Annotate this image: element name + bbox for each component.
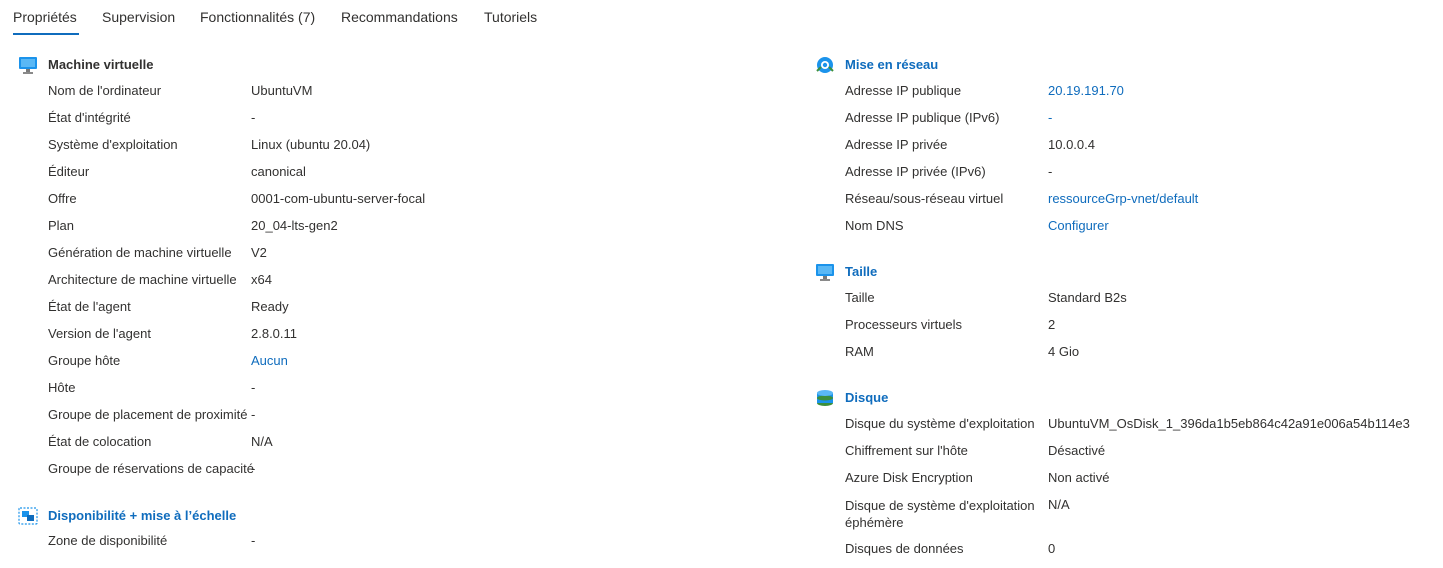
property-label: Disques de données (845, 541, 964, 556)
property-value: x64 (251, 272, 272, 287)
property-label: Réseau/sous-réseau virtuel (845, 191, 1004, 206)
property-value: - (251, 380, 256, 395)
tab-bar: Propriétés Supervision Fonctionnalités (… (0, 0, 1443, 36)
property-label: État d'intégrité (48, 110, 131, 125)
section-title-link[interactable]: Disponibilité + mise à l’échelle (48, 508, 236, 523)
property-value: Ready (251, 299, 289, 314)
section-title: Machine virtuelle (48, 57, 154, 72)
property-value: 10.0.0.4 (1048, 137, 1095, 152)
property-label: Chiffrement sur l'hôte (845, 443, 968, 458)
property-label: Génération de machine virtuelle (48, 245, 232, 260)
property-value: 0001-com-ubuntu-server-focal (251, 191, 426, 206)
property-label: Nom DNS (845, 218, 904, 233)
property-value: Linux (ubuntu 20.04) (251, 137, 371, 152)
property-value: Standard B2s (1048, 290, 1127, 305)
property-value: 2.8.0.11 (251, 326, 298, 341)
property-label: Plan (48, 218, 75, 233)
property-label: Adresse IP privée (IPv6) (845, 164, 986, 179)
property-label: Offre (48, 191, 77, 206)
property-label: Éditeur (48, 164, 90, 179)
property-value: canonical (251, 164, 306, 179)
section-title-link[interactable]: Mise en réseau (845, 57, 938, 72)
section-availability: Disponibilité + mise à l’échelle Zone de… (18, 506, 778, 556)
property-label: RAM (845, 344, 874, 359)
property-value: N/A (251, 434, 273, 449)
property-value: 4 Gio (1048, 344, 1080, 359)
property-value: - (251, 533, 256, 548)
property-label: État de colocation (48, 434, 152, 449)
property-value: 0 (1048, 541, 1056, 556)
size-monitor-icon (815, 263, 835, 281)
property-value: - (251, 461, 256, 476)
public-ipv6-link[interactable]: - (1048, 110, 1052, 125)
property-label: Azure Disk Encryption (845, 470, 973, 485)
property-label: Disque de système d'exploitation éphémèr… (845, 498, 1035, 530)
section-virtual-machine: Machine virtuelle Nom de l'ordinateur Ubu… (18, 55, 778, 495)
property-value: V2 (251, 245, 267, 260)
virtual-machine-icon (18, 56, 38, 74)
property-label: Adresse IP privée (845, 137, 948, 152)
property-value: UbuntuVM (251, 83, 313, 98)
section-networking: Mise en réseau Adresse IP publique 20.19.… (815, 55, 1435, 245)
tab-tutoriels[interactable]: Tutoriels (484, 9, 537, 25)
property-label: État de l'agent (48, 299, 131, 314)
property-value: - (251, 407, 256, 422)
dns-configure-link[interactable]: Configurer (1048, 218, 1109, 233)
property-label: Groupe hôte (48, 353, 121, 368)
property-label: Adresse IP publique (845, 83, 962, 98)
public-ip-link[interactable]: 20.19.191.70 (1048, 83, 1124, 98)
section-disk: Disque Disque du système d'exploitation U… (815, 388, 1435, 562)
property-label: Processeurs virtuels (845, 317, 963, 332)
property-label: Système d'exploitation (48, 137, 178, 152)
property-value: Désactivé (1048, 443, 1106, 458)
property-label: Hôte (48, 380, 76, 395)
vnet-subnet-link[interactable]: ressourceGrp-vnet/default (1048, 191, 1198, 206)
property-label: Zone de disponibilité (48, 533, 168, 548)
property-value: - (1048, 164, 1053, 179)
section-title-link[interactable]: Taille (845, 264, 877, 279)
active-tab-indicator (13, 33, 79, 35)
property-value: - (251, 110, 256, 125)
networking-icon (815, 56, 835, 74)
tab-fonctionnalites[interactable]: Fonctionnalités (7) (200, 9, 315, 25)
property-value: Non activé (1048, 470, 1110, 485)
property-label: Version de l'agent (48, 326, 151, 341)
host-group-link[interactable]: Aucun (251, 353, 288, 368)
property-label: Taille (845, 290, 875, 305)
tab-supervision[interactable]: Supervision (102, 9, 175, 25)
property-value: 20_04-lts-gen2 (251, 218, 338, 233)
property-value: 2 (1048, 317, 1056, 332)
tab-proprietes[interactable]: Propriétés (13, 9, 77, 25)
property-label: Groupe de réservations de capacité (48, 461, 254, 476)
availability-scale-icon (18, 507, 38, 525)
property-label: Adresse IP publique (IPv6) (845, 110, 1000, 125)
property-label: Disque du système d'exploitation (845, 416, 1035, 431)
property-value: UbuntuVM_OsDisk_1_396da1b5eb864c42a91e00… (1048, 416, 1410, 431)
property-label: Groupe de placement de proximité (48, 407, 248, 422)
property-label: Nom de l'ordinateur (48, 83, 162, 98)
disk-icon (815, 389, 835, 407)
tab-recommandations[interactable]: Recommandations (341, 9, 458, 25)
property-value: N/A (1048, 497, 1070, 512)
property-label: Architecture de machine virtuelle (48, 272, 237, 287)
section-size: Taille Taille Standard B2s Processeurs vi… (815, 262, 1435, 372)
section-title-link[interactable]: Disque (845, 390, 888, 405)
